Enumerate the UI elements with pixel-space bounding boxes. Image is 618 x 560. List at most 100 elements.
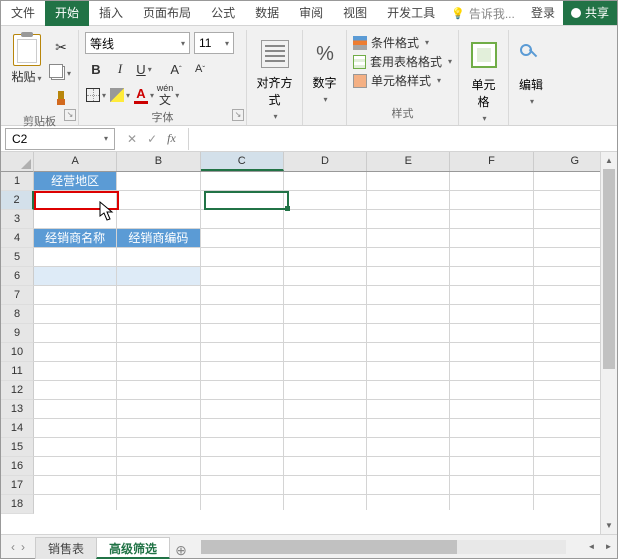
cell-a4[interactable]: 经销商名称 [34,229,117,248]
row-header-17[interactable]: 17 [1,476,34,495]
tab-home[interactable]: 开始 [45,1,89,26]
conditional-formatting-button[interactable]: 条件格式▾ [353,34,452,51]
font-name-select[interactable]: 等线▾ [85,32,190,54]
decrease-font-button[interactable]: Aˇ [189,58,211,80]
sheet-tab-sales[interactable]: 销售表 [35,537,97,559]
scroll-up-button[interactable]: ▲ [601,152,617,169]
select-all-corner[interactable] [1,152,34,172]
border-icon [86,88,100,102]
accept-formula-button[interactable]: ✓ [147,132,157,146]
horizontal-scroll-thumb[interactable] [201,540,456,554]
row-header-2[interactable]: 2 [1,191,34,210]
font-color-button[interactable]: A▾ [133,84,155,106]
row-header-4[interactable]: 4 [1,229,34,248]
row-header-12[interactable]: 12 [1,381,34,400]
row-header-11[interactable]: 11 [1,362,34,381]
row-header-13[interactable]: 13 [1,400,34,419]
font-size-value: 11 [199,36,211,50]
cancel-formula-button[interactable]: ✕ [127,132,137,146]
row-header-10[interactable]: 10 [1,343,34,362]
scroll-left-button[interactable]: ◄ [583,542,600,551]
tab-file[interactable]: 文件 [1,1,45,26]
scroll-right-button[interactable]: ► [600,542,617,551]
col-header-f[interactable]: F [450,152,533,171]
horizontal-scrollbar[interactable] [201,540,566,554]
bold-button[interactable]: B [85,58,107,80]
cells-grid[interactable]: 经营地区 经销商名称经销商编码 [34,172,617,510]
cell-b2[interactable] [117,191,200,210]
shrink-font-icon: A [195,63,202,75]
font-dialog-launcher[interactable]: ↘ [232,109,244,121]
number-label: 数字 [312,76,336,90]
sheet-nav-next[interactable]: › [21,540,25,554]
editing-button[interactable]: 编辑▾ [517,34,545,107]
cell-b6[interactable] [117,267,200,286]
format-as-table-button[interactable]: 套用表格格式▾ [353,53,452,70]
font-size-select[interactable]: 11▾ [194,32,234,54]
row-header-5[interactable]: 5 [1,248,34,267]
row-header-6[interactable]: 6 [1,267,34,286]
sheet-nav-prev[interactable]: ‹ [11,540,15,554]
clipboard-dialog-launcher[interactable]: ↘ [64,109,76,121]
row-header-16[interactable]: 16 [1,457,34,476]
chevron-down-icon: ▾ [104,134,108,143]
tab-insert[interactable]: 插入 [89,1,133,26]
copy-button[interactable]: ▾ [50,62,72,84]
vertical-scroll-thumb[interactable] [603,169,615,369]
col-header-e[interactable]: E [367,152,450,171]
fill-color-button[interactable]: ▾ [109,84,131,106]
tab-formulas[interactable]: 公式 [201,1,245,26]
increase-font-button[interactable]: Aˆ [165,58,187,80]
tab-review[interactable]: 审阅 [289,1,333,26]
share-label: 共享 [585,1,609,26]
vertical-scrollbar[interactable]: ▲ ▼ [600,152,617,534]
col-header-c[interactable]: C [201,152,284,171]
table-format-label: 套用表格格式 [370,53,442,70]
cell-a3[interactable] [34,210,117,229]
scroll-down-button[interactable]: ▼ [601,517,617,534]
cell-a1[interactable]: 经营地区 [34,172,117,191]
row-header-1[interactable]: 1 [1,172,34,191]
new-sheet-button[interactable]: ⊕ [169,542,193,559]
cut-button[interactable]: ✂ [50,36,72,58]
cell-a6[interactable] [34,267,117,286]
cell-styles-button[interactable]: 单元格样式▾ [353,72,452,89]
col-header-a[interactable]: A [34,152,117,171]
share-button[interactable]: 共享 [563,1,617,25]
tell-me-search[interactable]: 💡告诉我... [445,1,523,25]
sheet-tab-advanced-filter[interactable]: 高级筛选 [96,537,170,559]
alignment-button[interactable]: 对齐方式▾ [255,34,294,122]
tab-view[interactable]: 视图 [333,1,377,26]
col-header-b[interactable]: B [117,152,200,171]
row-header-14[interactable]: 14 [1,419,34,438]
borders-button[interactable]: ▾ [85,84,107,106]
row-header-15[interactable]: 15 [1,438,34,457]
row-header-18[interactable]: 18 [1,495,34,514]
tab-data[interactable]: 数据 [245,1,289,26]
cell-b4[interactable]: 经销商编码 [117,229,200,248]
cells-button[interactable]: 单元格▾ [467,34,500,124]
row-header-7[interactable]: 7 [1,286,34,305]
tab-page-layout[interactable]: 页面布局 [133,1,201,26]
underline-button[interactable]: U▾ [133,58,155,80]
format-painter-button[interactable] [50,88,72,110]
conditional-format-icon [353,36,367,50]
formula-bar[interactable] [188,128,617,150]
cell-b5[interactable] [117,248,200,267]
paste-button[interactable]: 粘贴▾ [7,32,46,85]
col-header-d[interactable]: D [284,152,367,171]
cell-a2[interactable] [34,191,117,210]
number-format-button[interactable]: % 数字▾ [311,34,338,105]
italic-button[interactable]: I [109,58,131,80]
insert-function-button[interactable]: fx [167,131,176,146]
row-header-9[interactable]: 9 [1,324,34,343]
cell-b1[interactable] [117,172,200,191]
phonetic-button[interactable]: wén文▾ [157,84,179,106]
cell-c2[interactable] [201,191,284,210]
cell-a5[interactable] [34,248,117,267]
row-header-3[interactable]: 3 [1,210,34,229]
tab-developer[interactable]: 开发工具 [377,1,445,26]
login-link[interactable]: 登录 [523,1,563,25]
row-header-8[interactable]: 8 [1,305,34,324]
cell-c1[interactable] [201,172,284,191]
